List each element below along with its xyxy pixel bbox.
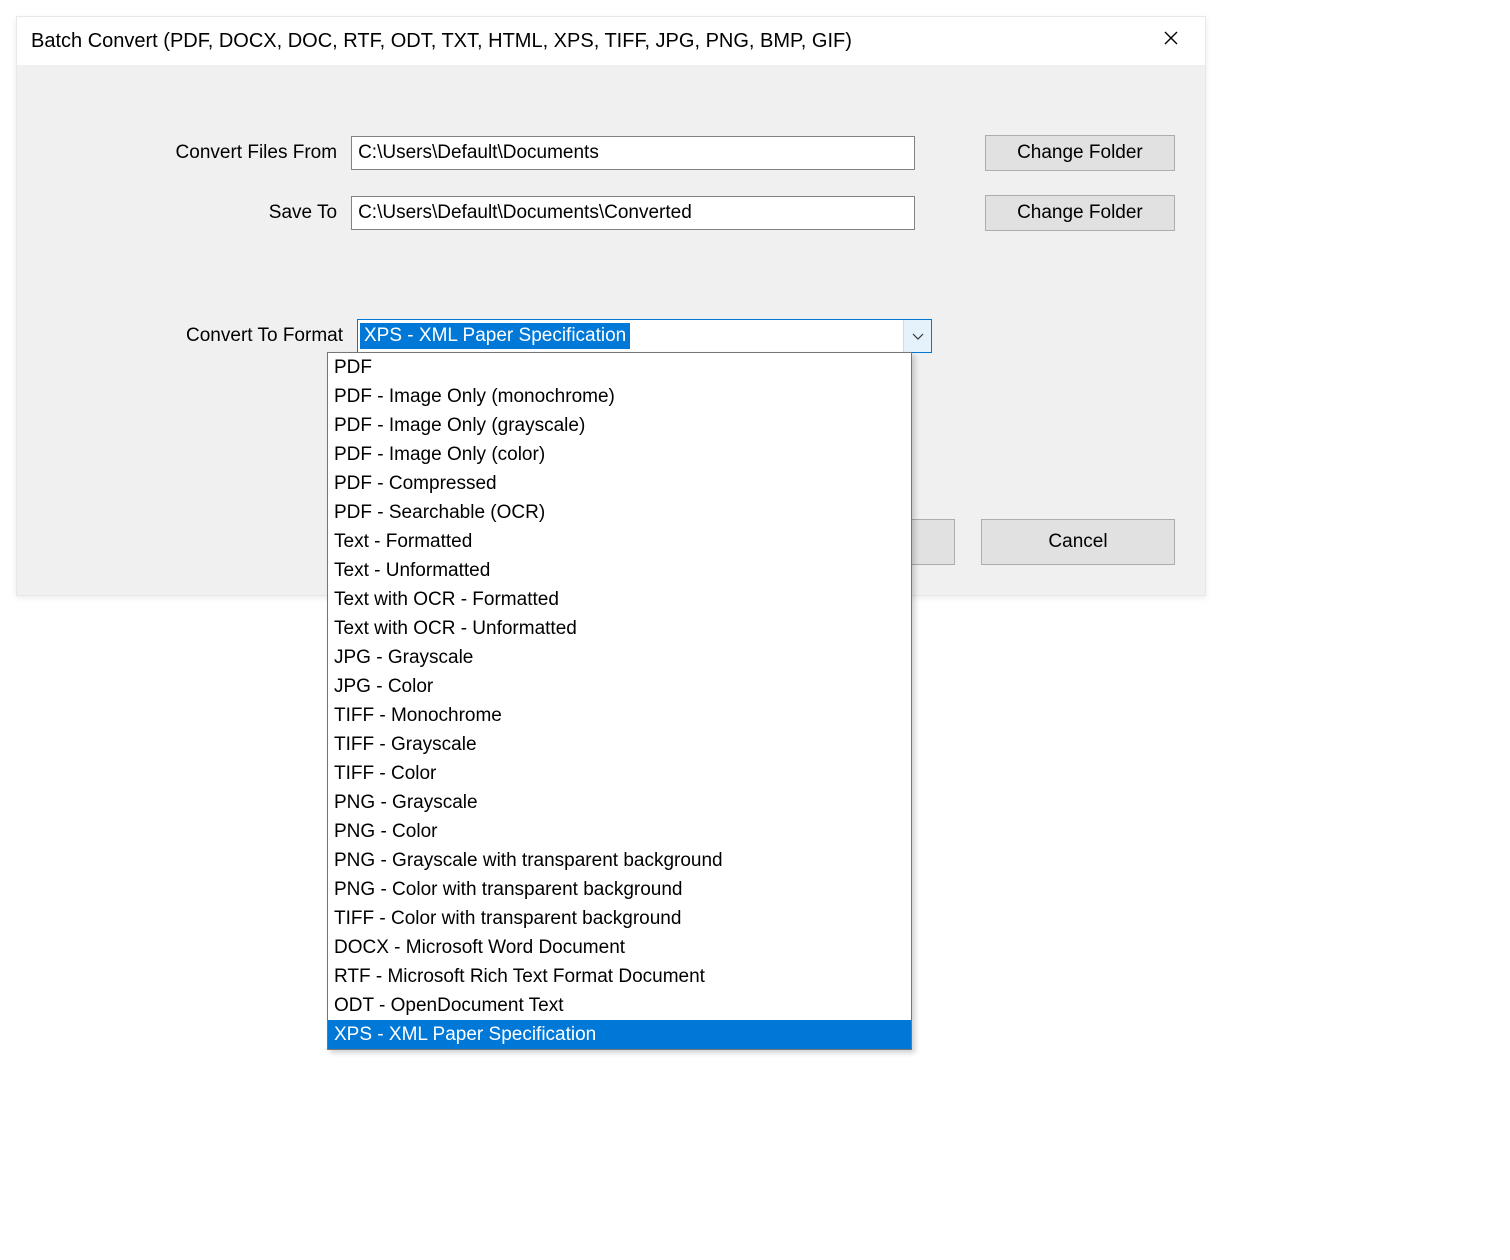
format-option[interactable]: RTF - Microsoft Rich Text Format Documen… (328, 962, 911, 991)
convert-to-format-label: Convert To Format (47, 325, 357, 347)
format-option[interactable]: Text with OCR - Unformatted (328, 614, 911, 643)
dialog-title: Batch Convert (PDF, DOCX, DOC, RTF, ODT,… (31, 30, 852, 53)
row-convert-to-format: Convert To Format XPS - XML Paper Specif… (47, 319, 1175, 353)
format-option[interactable]: PDF - Image Only (monochrome) (328, 382, 911, 411)
format-option[interactable]: PDF - Image Only (color) (328, 440, 911, 469)
save-to-input[interactable] (351, 196, 915, 230)
format-option[interactable]: TIFF - Color with transparent background (328, 904, 911, 933)
format-combobox-selected: XPS - XML Paper Specification (360, 323, 630, 349)
format-option[interactable]: PDF - Compressed (328, 469, 911, 498)
format-option[interactable]: PDF - Image Only (grayscale) (328, 411, 911, 440)
change-folder-from-button[interactable]: Change Folder (985, 135, 1175, 171)
row-save-to: Save To Change Folder (47, 195, 1175, 231)
cancel-button[interactable]: Cancel (981, 519, 1175, 565)
format-combo-wrap: XPS - XML Paper Specification (357, 319, 932, 353)
format-option[interactable]: Text - Unformatted (328, 556, 911, 585)
format-option[interactable]: PNG - Color (328, 817, 911, 846)
format-option[interactable]: JPG - Color (328, 672, 911, 701)
convert-from-input[interactable] (351, 136, 915, 170)
format-option[interactable]: TIFF - Monochrome (328, 701, 911, 730)
close-icon (1163, 30, 1179, 52)
close-button[interactable] (1151, 25, 1191, 57)
format-option[interactable]: Text with OCR - Formatted (328, 585, 911, 614)
format-option[interactable]: PDF (328, 353, 911, 382)
format-option[interactable]: TIFF - Grayscale (328, 730, 911, 759)
spacer (47, 255, 1175, 319)
format-option[interactable]: PNG - Grayscale with transparent backgro… (328, 846, 911, 875)
save-to-label: Save To (47, 202, 351, 224)
format-option[interactable]: JPG - Grayscale (328, 643, 911, 672)
format-option[interactable]: PNG - Grayscale (328, 788, 911, 817)
format-combobox-caret[interactable] (903, 320, 931, 352)
chevron-down-icon (912, 325, 924, 347)
format-option[interactable]: Text - Formatted (328, 527, 911, 556)
convert-from-label: Convert Files From (47, 142, 351, 164)
format-combobox[interactable]: XPS - XML Paper Specification (357, 319, 932, 353)
format-option[interactable]: PDF - Searchable (OCR) (328, 498, 911, 527)
format-option[interactable]: PNG - Color with transparent background (328, 875, 911, 904)
format-option[interactable]: DOCX - Microsoft Word Document (328, 933, 911, 962)
titlebar: Batch Convert (PDF, DOCX, DOC, RTF, ODT,… (17, 17, 1205, 65)
format-option[interactable]: XPS - XML Paper Specification (328, 1020, 911, 1049)
format-option[interactable]: TIFF - Color (328, 759, 911, 788)
format-dropdown-list[interactable]: PDFPDF - Image Only (monochrome)PDF - Im… (327, 352, 912, 1050)
change-folder-to-button[interactable]: Change Folder (985, 195, 1175, 231)
format-option[interactable]: ODT - OpenDocument Text (328, 991, 911, 1020)
row-convert-from: Convert Files From Change Folder (47, 135, 1175, 171)
